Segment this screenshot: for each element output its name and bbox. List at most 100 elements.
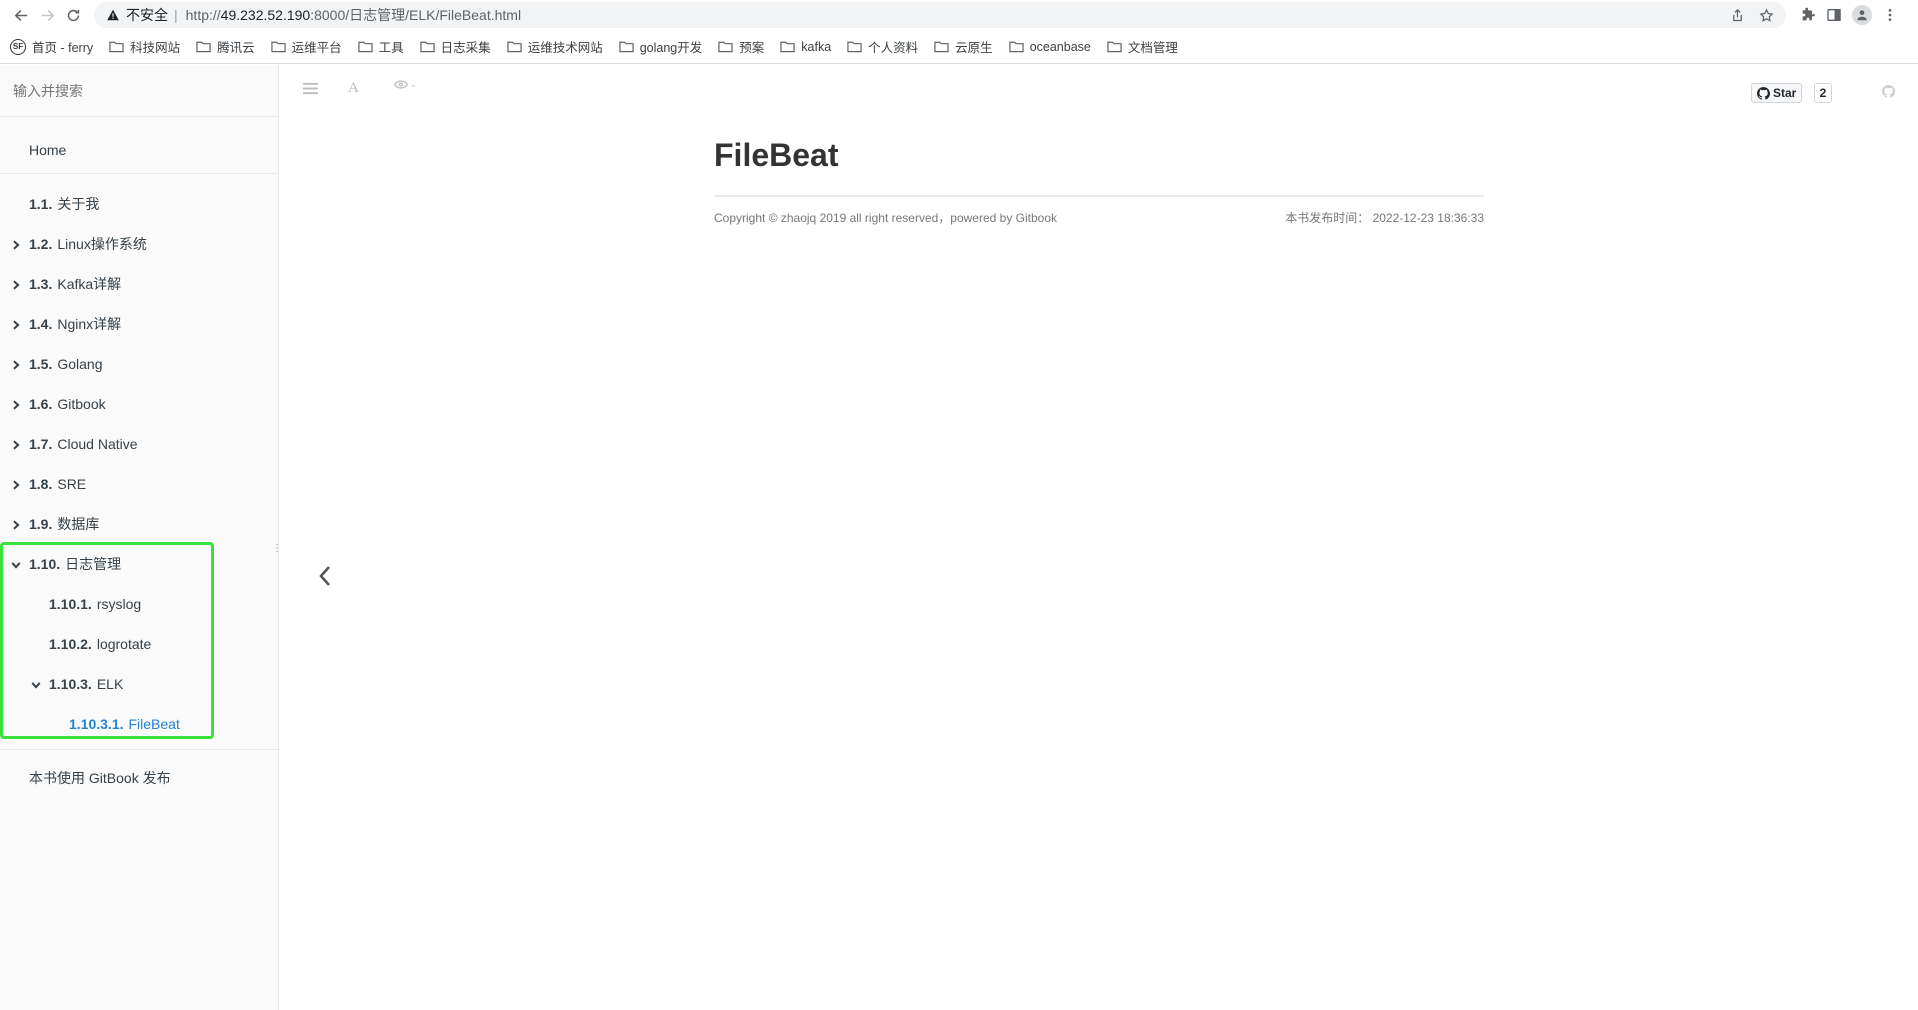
extensions-icon[interactable] bbox=[1800, 7, 1816, 23]
publish-link[interactable]: 本书使用 GitBook 发布 bbox=[0, 749, 279, 805]
bookmark-item[interactable]: 文档管理 bbox=[1107, 37, 1178, 56]
eye-share-icon[interactable]: - bbox=[393, 78, 415, 92]
sidebar-item-number: 1.8. bbox=[29, 476, 53, 492]
sidebar-item[interactable]: 1.9. 数据库 bbox=[0, 504, 278, 544]
chevron-right-icon[interactable] bbox=[11, 318, 21, 330]
previous-page-button[interactable] bbox=[315, 561, 335, 591]
sidebar-item-label: 日志管理 bbox=[65, 556, 122, 572]
search-input[interactable]: 输入并搜索 bbox=[0, 65, 278, 117]
star-bookmark-icon[interactable] bbox=[1759, 7, 1774, 23]
chevron-right-icon[interactable] bbox=[11, 278, 21, 290]
sf-icon: SF bbox=[10, 38, 26, 55]
chevron-down-icon[interactable] bbox=[31, 678, 41, 690]
sidebar-item-number: 1.10.2. bbox=[49, 636, 92, 652]
bookmark-item[interactable]: 运维平台 bbox=[270, 37, 342, 56]
folder-icon bbox=[619, 41, 634, 53]
font-settings-icon[interactable]: A bbox=[348, 80, 359, 97]
bookmark-label: 首页 - ferry bbox=[32, 41, 94, 55]
bookmark-label: oceanbase bbox=[1029, 39, 1091, 54]
gitbook-page: 输入并搜索 Home 1.1. 关于我 1.2. Linux操作系统 1.3. Kafka… bbox=[0, 65, 1918, 1010]
publish-time: 本书发布时间： 2022-12-23 18:36:33 bbox=[1285, 211, 1484, 225]
address-bar[interactable]: 不安全 | http://49.232.52.190:8000/日志管理/ELK… bbox=[94, 2, 1786, 28]
url-prefix: http:// bbox=[185, 7, 221, 23]
chevron-down-icon[interactable] bbox=[11, 558, 21, 570]
sidebar-item[interactable]: 1.10.2. logrotate bbox=[0, 624, 278, 664]
bookmark-item[interactable]: 预案 bbox=[718, 37, 764, 56]
bookmark-item[interactable]: SF 首页 - ferry bbox=[10, 37, 93, 56]
sidebar-item[interactable]: 1.10.1. rsyslog bbox=[0, 584, 278, 624]
insecure-label[interactable]: 不安全 bbox=[126, 5, 168, 25]
github-link-icon[interactable] bbox=[1881, 84, 1896, 103]
sidebar-item-number: 1.2. bbox=[29, 236, 53, 252]
bookmark-label: 科技网站 bbox=[130, 41, 181, 55]
url-text[interactable]: http://49.232.52.190:8000/日志管理/ELK/FileB… bbox=[186, 5, 521, 25]
sidebar-item[interactable]: 1.7. Cloud Native bbox=[0, 424, 278, 464]
profile-avatar[interactable] bbox=[1852, 5, 1872, 25]
sidebar-item[interactable]: 1.5. Golang bbox=[0, 344, 278, 384]
chevron-right-icon[interactable] bbox=[11, 478, 21, 490]
bookmark-label: 运维平台 bbox=[291, 41, 342, 55]
folder-icon bbox=[196, 41, 211, 53]
person-icon bbox=[1857, 10, 1867, 21]
bookmark-item[interactable]: 科技网站 bbox=[109, 37, 180, 56]
back-button[interactable] bbox=[8, 2, 34, 28]
bookmark-item[interactable]: 运维技术网站 bbox=[507, 37, 603, 56]
book-sidebar: 输入并搜索 Home 1.1. 关于我 1.2. Linux操作系统 1.3. Kafka… bbox=[0, 65, 282, 1010]
sidebar-item[interactable]: 1.2. Linux操作系统 bbox=[0, 224, 278, 264]
sidebar-item-home[interactable]: Home bbox=[0, 117, 278, 174]
sidebar-item[interactable]: 1.10.3. ELK bbox=[0, 664, 278, 704]
bookmark-item[interactable]: kafka bbox=[780, 40, 831, 54]
bookmark-item[interactable]: oceanbase bbox=[1009, 40, 1091, 54]
sidebar-item-label: Cloud Native bbox=[57, 436, 138, 452]
sidebar-item-label: Kafka详解 bbox=[57, 276, 122, 292]
sidebar-item-number: 1.3. bbox=[29, 276, 53, 292]
reload-button[interactable] bbox=[60, 2, 86, 28]
sidebar-item[interactable]: 1.8. SRE bbox=[0, 464, 278, 504]
bookmark-item[interactable]: 腾讯云 bbox=[196, 37, 255, 56]
url-separator: | bbox=[174, 7, 178, 23]
bookmark-item[interactable]: 个人资料 bbox=[847, 37, 918, 56]
page-title: FileBeat bbox=[714, 137, 1484, 197]
folder-icon bbox=[934, 41, 949, 53]
sidebar-item[interactable]: 1.4. Nginx详解 bbox=[0, 304, 278, 344]
folder-icon bbox=[847, 41, 862, 53]
sidebar-item-label: Golang bbox=[57, 356, 103, 372]
sidebar-item-number: 1.10.3.1. bbox=[69, 716, 124, 732]
sidebar-item[interactable]: 1.3. Kafka详解 bbox=[0, 264, 278, 304]
bookmark-item[interactable]: golang开发 bbox=[619, 37, 703, 56]
arrow-right-icon bbox=[41, 9, 54, 21]
chevron-right-icon[interactable] bbox=[11, 398, 21, 410]
bookmark-label: golang开发 bbox=[639, 41, 703, 55]
bookmark-label: 日志采集 bbox=[440, 41, 491, 55]
chevron-right-icon[interactable] bbox=[11, 518, 21, 530]
forward-button[interactable] bbox=[34, 2, 60, 28]
sidebar-item-label: Gitbook bbox=[57, 396, 106, 412]
folder-icon bbox=[1009, 41, 1024, 53]
sidebar-item[interactable]: 1.6. Gitbook bbox=[0, 384, 278, 424]
folder-icon bbox=[357, 41, 373, 53]
chevron-right-icon[interactable] bbox=[11, 438, 21, 450]
side-panel-icon[interactable] bbox=[1826, 7, 1842, 23]
toggle-sidebar-icon[interactable] bbox=[303, 82, 318, 100]
sidebar-item-label: ELK bbox=[96, 676, 124, 692]
github-star-button[interactable]: Star bbox=[1751, 83, 1803, 103]
star-label: Star bbox=[1773, 86, 1797, 100]
bookmark-label: kafka bbox=[801, 39, 832, 54]
bookmark-label: 工具 bbox=[378, 41, 404, 55]
chevron-right-icon[interactable] bbox=[11, 238, 21, 250]
bookmark-item[interactable]: 云原生 bbox=[934, 37, 993, 56]
share-icon[interactable] bbox=[1730, 8, 1745, 23]
sidebar-item[interactable]: 1.10.3.1. FileBeat bbox=[0, 704, 278, 744]
sidebar-item-number: 1.9. bbox=[29, 516, 53, 532]
folder-icon bbox=[1107, 41, 1122, 53]
bookmark-item[interactable]: 工具 bbox=[357, 37, 404, 56]
sidebar-item[interactable]: 1.1. 关于我 bbox=[0, 184, 278, 224]
bookmark-label: 预案 bbox=[739, 41, 765, 55]
bookmark-label: 个人资料 bbox=[868, 41, 919, 55]
star-count-badge[interactable]: 2 bbox=[1814, 83, 1832, 103]
menu-kebab-icon[interactable] bbox=[1882, 7, 1898, 23]
sidebar-resize-handle[interactable]: ⋮ bbox=[272, 543, 282, 555]
chevron-right-icon[interactable] bbox=[11, 358, 21, 370]
sidebar-item[interactable]: 1.10. 日志管理 bbox=[0, 544, 278, 584]
bookmark-item[interactable]: 日志采集 bbox=[420, 37, 491, 56]
